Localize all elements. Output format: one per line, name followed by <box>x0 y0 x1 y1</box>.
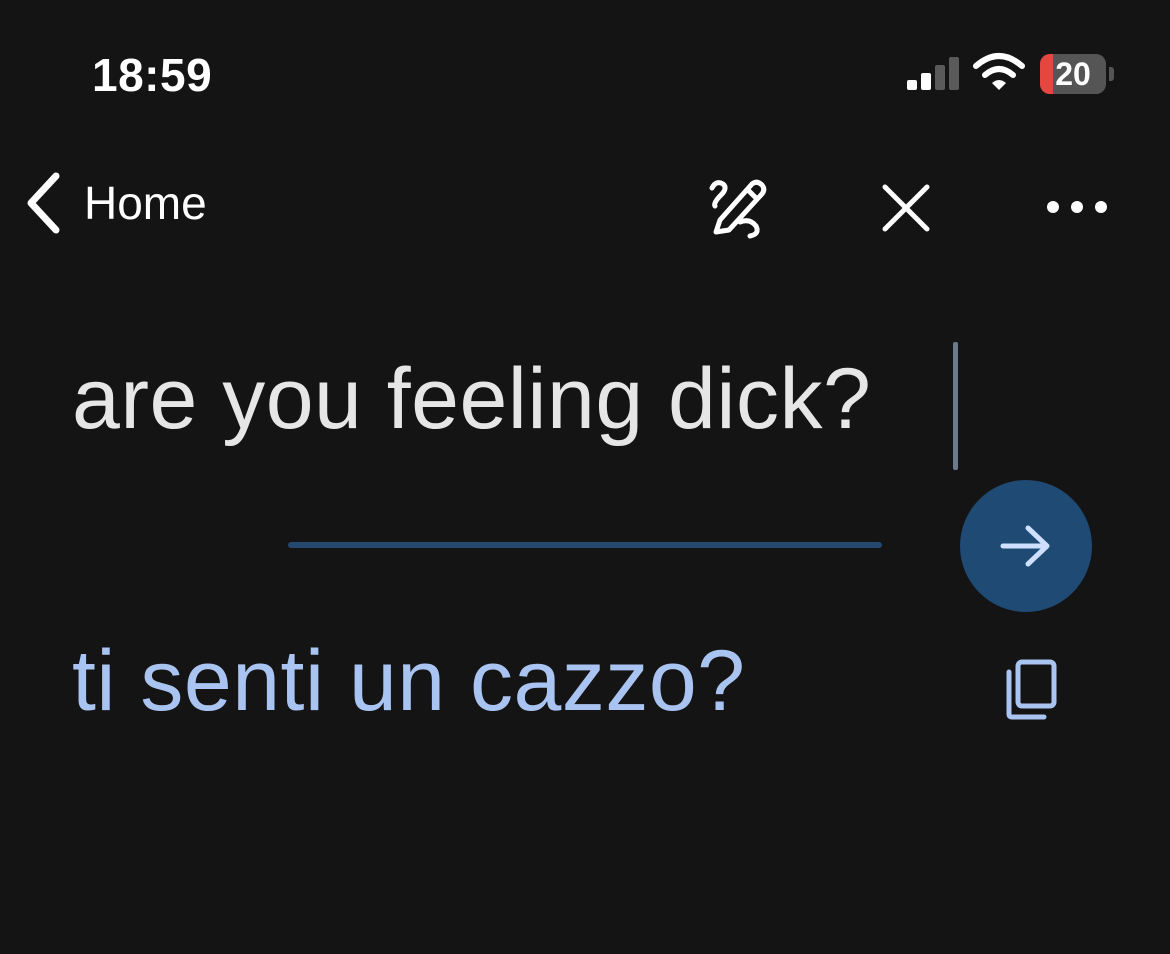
source-text-input[interactable]: are you feeling dick? <box>72 350 871 449</box>
copy-icon[interactable] <box>1002 656 1060 722</box>
more-horizontal-icon[interactable] <box>1042 194 1112 220</box>
back-label: Home <box>84 177 207 229</box>
battery-nub <box>1109 67 1114 81</box>
chevron-left-icon <box>27 172 60 234</box>
translate-button[interactable] <box>960 480 1092 612</box>
status-time: 18:59 <box>92 49 213 101</box>
back-button[interactable]: Home <box>24 172 207 234</box>
battery-indicator: 20 <box>1040 54 1106 94</box>
arrow-right-icon <box>1000 525 1050 567</box>
translation-output: ti senti un cazzo? <box>72 633 746 729</box>
cellular-signal-icon <box>907 57 959 90</box>
text-caret <box>953 342 958 470</box>
input-divider <box>288 542 882 548</box>
translate-screen: 18:59 20 Home are you feeling dick? ti s… <box>0 0 1170 954</box>
handwriting-pen-icon[interactable] <box>702 176 770 242</box>
close-icon[interactable] <box>878 180 934 236</box>
wifi-icon <box>973 53 1025 90</box>
battery-level: 20 <box>1055 56 1091 92</box>
